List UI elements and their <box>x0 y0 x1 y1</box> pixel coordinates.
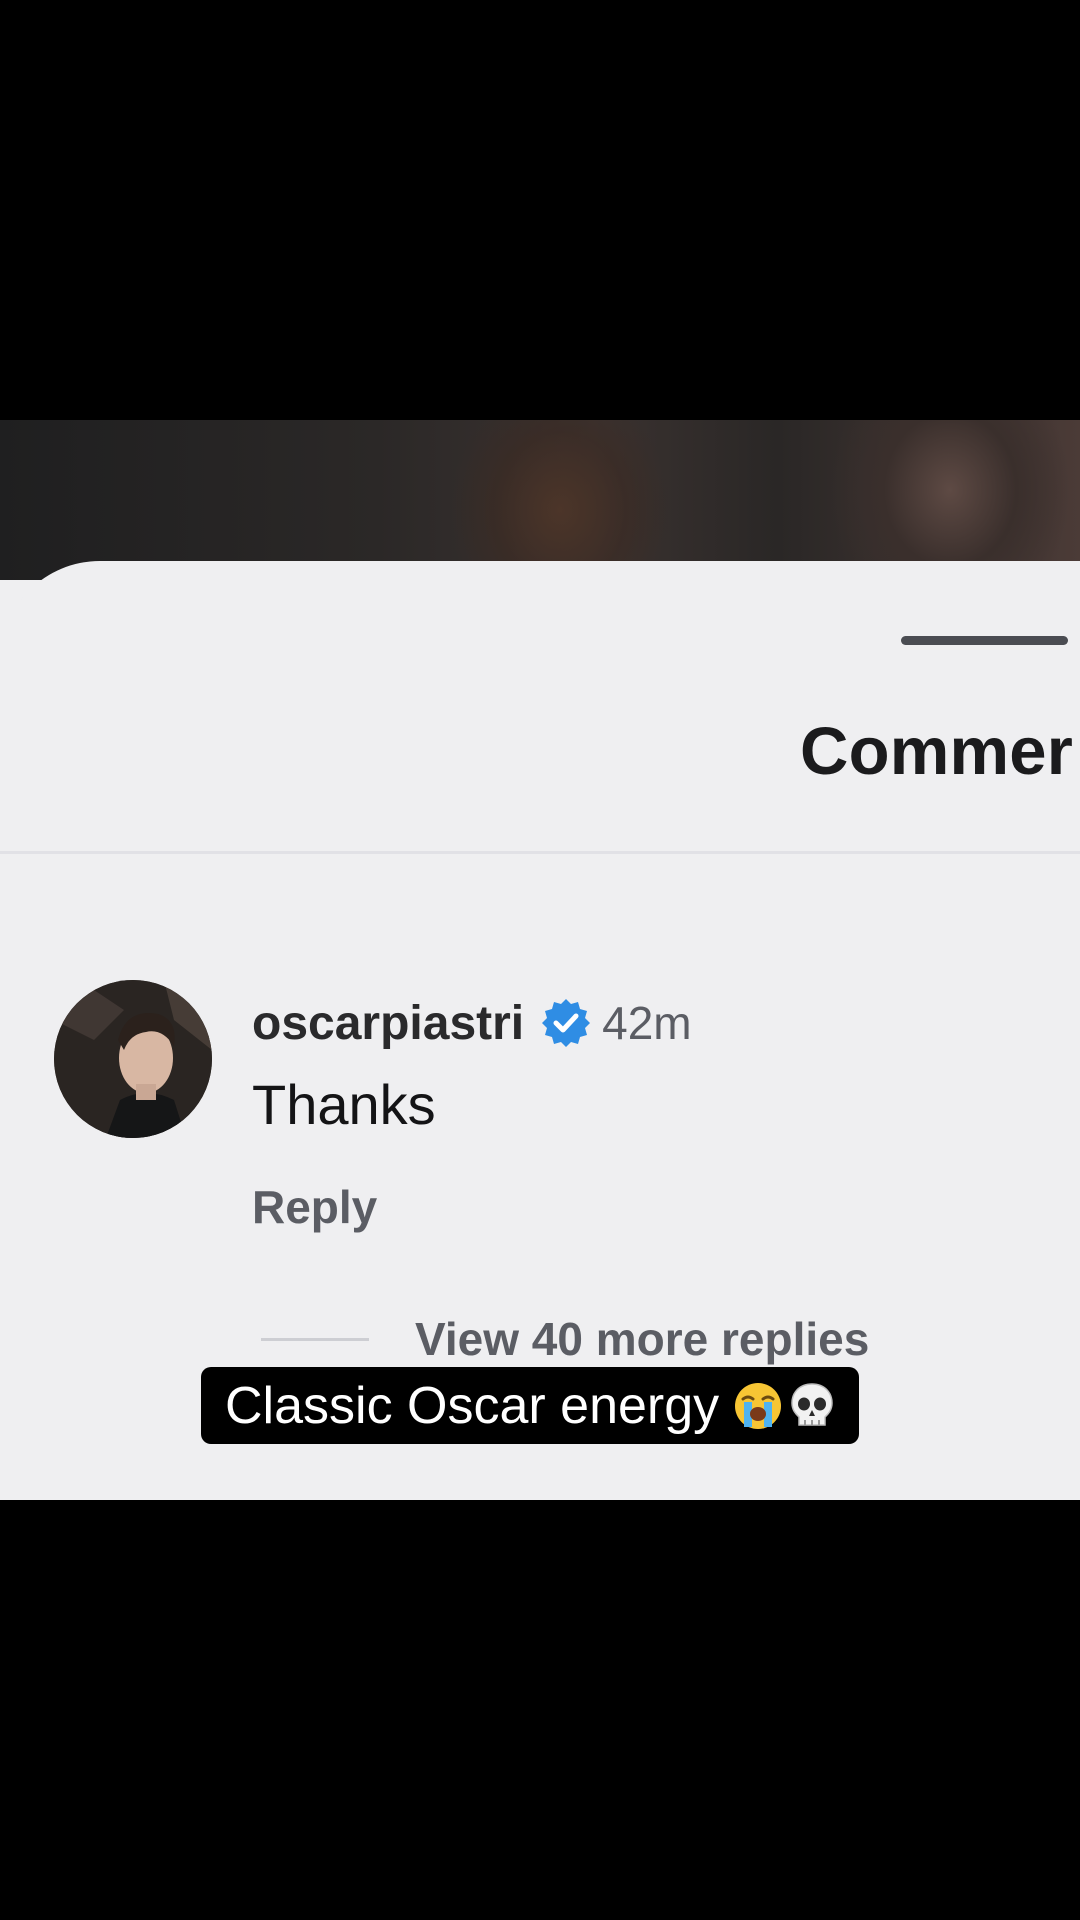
caption-text: Classic Oscar energy <box>225 1376 720 1435</box>
video-frame: Commer oscarpiastri 42m Thanks Reply Vie… <box>0 0 1080 1920</box>
verified-badge-icon <box>542 999 591 1047</box>
avatar-photo <box>54 980 212 1138</box>
sheet-title: Commer <box>800 714 1073 789</box>
video-background <box>0 420 1080 580</box>
reply-button[interactable]: Reply <box>252 1180 377 1234</box>
view-replies-label: View 40 more replies <box>415 1313 870 1365</box>
header-divider <box>0 851 1080 854</box>
sheet-drag-handle[interactable] <box>901 636 1068 645</box>
loudly-crying-face-icon <box>735 1382 782 1429</box>
comment-username[interactable]: oscarpiastri <box>252 996 524 1051</box>
avatar[interactable] <box>54 980 212 1138</box>
comment-time: 42m <box>602 997 692 1049</box>
video-caption: Classic Oscar energy <box>201 1367 860 1444</box>
skull-icon <box>791 1382 833 1426</box>
comment-text: Thanks <box>252 1073 436 1136</box>
replies-indent-line <box>261 1337 369 1341</box>
comment-header: oscarpiastri 42m <box>252 993 692 1053</box>
view-more-replies-button[interactable]: View 40 more replies <box>261 1312 869 1366</box>
